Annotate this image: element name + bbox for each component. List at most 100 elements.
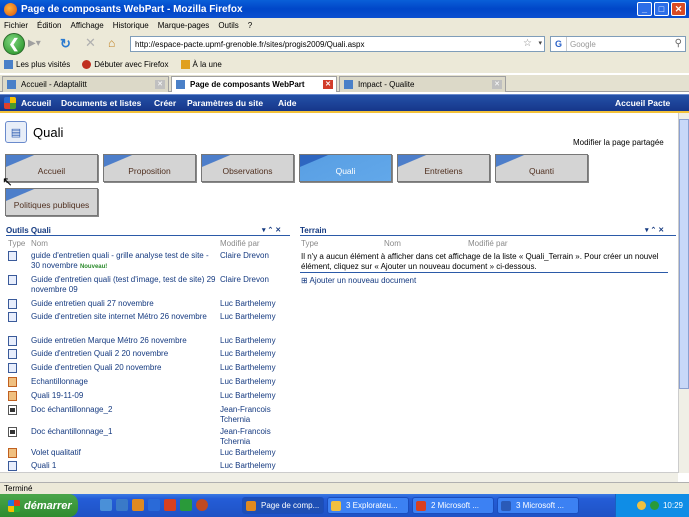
quicklaunch-explorer-icon[interactable] xyxy=(100,499,112,511)
tile-quanti[interactable]: Quanti xyxy=(495,154,588,182)
url-bar[interactable]: http://espace-pacte.upmf-grenoble.fr/sit… xyxy=(130,36,545,52)
bookmark-getting-started[interactable]: Débuter avec Firefox xyxy=(82,60,169,69)
word-file-icon[interactable] xyxy=(8,336,17,346)
image-file-icon[interactable] xyxy=(8,405,17,415)
modified-by-link[interactable]: Luc Barthelemy xyxy=(220,336,290,346)
google-icon[interactable]: G xyxy=(551,37,567,51)
powerpoint-file-icon[interactable] xyxy=(8,391,17,401)
forward-button[interactable]: ▶▾ xyxy=(28,38,44,50)
modified-by-link[interactable]: Luc Barthelemy xyxy=(220,377,290,387)
webpart-controls-icon[interactable]: ▾ ⌃ ✕ xyxy=(262,226,281,234)
document-name-link[interactable]: Doc échantillonnage_2 xyxy=(31,405,219,415)
menu-edition[interactable]: Édition xyxy=(37,21,61,30)
nav-parametres[interactable]: Paramètres du site xyxy=(187,98,263,108)
back-button[interactable]: ❮ xyxy=(3,33,25,55)
word-file-icon[interactable] xyxy=(8,363,17,373)
url-dropdown-icon[interactable]: ▾ xyxy=(538,39,542,47)
tab-impact[interactable]: Impact - Qualite ✕ xyxy=(339,76,506,92)
modified-by-link[interactable]: Luc Barthelemy xyxy=(220,448,290,458)
bookmark-star-icon[interactable]: ☆ xyxy=(523,38,532,49)
tile-politiques-publiques[interactable]: Politiques publiques xyxy=(5,188,98,216)
modified-by-link[interactable]: Luc Barthelemy xyxy=(220,312,290,322)
word-file-icon[interactable] xyxy=(8,349,17,359)
powerpoint-file-icon[interactable] xyxy=(8,377,17,387)
menu-help[interactable]: ? xyxy=(248,21,252,30)
word-file-icon[interactable] xyxy=(8,275,17,285)
quicklaunch-media-icon[interactable] xyxy=(116,499,128,511)
document-name-link[interactable]: Guide d'entretien Quali 2 20 novembre xyxy=(31,349,219,359)
task-powerpoint[interactable]: 2 Microsoft ... xyxy=(412,497,494,514)
maximize-button[interactable]: □ xyxy=(654,2,669,16)
minimize-button[interactable]: _ xyxy=(637,2,652,16)
image-file-icon[interactable] xyxy=(8,427,17,437)
task-firefox[interactable]: Page de comp... xyxy=(242,497,324,514)
tile-entretiens[interactable]: Entretiens xyxy=(397,154,490,182)
nav-accueil[interactable]: Accueil xyxy=(21,98,51,108)
document-name-link[interactable]: Doc échantillonnage_1 xyxy=(31,427,219,437)
modified-by-link[interactable]: Jean-Francois Tchernia xyxy=(220,405,290,425)
task-explorer[interactable]: 3 Explorateu... xyxy=(327,497,409,514)
word-file-icon[interactable] xyxy=(8,251,17,261)
column-modifie-par[interactable]: Modifié par xyxy=(220,239,260,248)
search-icon[interactable]: ⚲ xyxy=(675,38,682,49)
document-name-link[interactable]: Guide d'entretien quali (test d'image, t… xyxy=(31,275,219,295)
menu-outils[interactable]: Outils xyxy=(218,21,238,30)
modified-by-link[interactable]: Luc Barthelemy xyxy=(220,391,290,401)
document-name-link[interactable]: Quali 19-11-09 xyxy=(31,391,219,401)
search-bar[interactable]: G Google ⚲ xyxy=(550,36,686,52)
webpart-controls-icon[interactable]: ▾ ⌃ ✕ xyxy=(645,226,664,234)
tile-observations[interactable]: Observations xyxy=(201,154,294,182)
tray-icon[interactable] xyxy=(636,501,646,510)
word-file-icon[interactable] xyxy=(8,461,17,471)
document-name-link[interactable]: Quali 1 xyxy=(31,461,219,471)
vertical-scrollbar[interactable] xyxy=(678,113,689,473)
close-button[interactable]: ✕ xyxy=(671,2,686,16)
modified-by-link[interactable]: Claire Drevon xyxy=(220,275,290,285)
nav-aide[interactable]: Aide xyxy=(278,98,296,108)
modified-by-link[interactable]: Claire Drevon xyxy=(220,251,290,261)
column-type[interactable]: Type xyxy=(8,239,25,248)
quicklaunch-app-icon[interactable] xyxy=(196,499,208,511)
tile-accueil[interactable]: Accueil xyxy=(5,154,98,182)
quicklaunch-ie-icon[interactable] xyxy=(148,499,160,511)
horizontal-scrollbar[interactable] xyxy=(0,472,678,482)
tab-close-icon[interactable]: ✕ xyxy=(323,80,333,89)
task-word[interactable]: 3 Microsoft ... xyxy=(497,497,579,514)
modify-page-link[interactable]: Modifier la page partagée xyxy=(573,138,664,147)
quicklaunch-outlook-icon[interactable] xyxy=(164,499,176,511)
document-name-link[interactable]: Guide entretien quali 27 novembre xyxy=(31,299,219,309)
tab-webpart[interactable]: Page de composants WebPart ✕ xyxy=(171,76,337,92)
column-type[interactable]: Type xyxy=(301,239,318,248)
document-name-link[interactable]: Guide d'entretien Quali 20 novembre xyxy=(31,363,219,373)
start-button[interactable]: démarrer xyxy=(0,494,78,517)
modified-by-link[interactable]: Luc Barthelemy xyxy=(220,363,290,373)
menu-marque-pages[interactable]: Marque-pages xyxy=(158,21,210,30)
modified-by-link[interactable]: Luc Barthelemy xyxy=(220,299,290,309)
scrollbar-thumb[interactable] xyxy=(679,119,689,389)
home-button[interactable]: ⌂ xyxy=(108,36,115,50)
tab-close-icon[interactable]: ✕ xyxy=(155,80,165,89)
column-nom[interactable]: Nom xyxy=(384,239,401,248)
document-name-link[interactable]: Guide d'entretien site internet Métro 26… xyxy=(31,312,219,322)
tile-quali[interactable]: Quali xyxy=(299,154,392,182)
menu-fichier[interactable]: Fichier xyxy=(4,21,28,30)
column-modifie-par[interactable]: Modifié par xyxy=(468,239,508,248)
tray-icon[interactable] xyxy=(649,501,659,510)
word-file-icon[interactable] xyxy=(8,312,17,322)
tab-close-icon[interactable]: ✕ xyxy=(492,80,502,89)
menu-historique[interactable]: Historique xyxy=(113,21,149,30)
bookmark-most-visited[interactable]: Les plus visités xyxy=(4,60,70,69)
modified-by-link[interactable]: Luc Barthelemy xyxy=(220,349,290,359)
tile-proposition[interactable]: Proposition xyxy=(103,154,196,182)
quicklaunch-excel-icon[interactable] xyxy=(180,499,192,511)
document-name-link[interactable]: Guide entretien Marque Métro 26 novembre xyxy=(31,336,219,346)
bookmark-news[interactable]: À la une xyxy=(180,60,222,69)
powerpoint-file-icon[interactable] xyxy=(8,448,17,458)
stop-button[interactable]: ✕ xyxy=(85,35,96,51)
reload-button[interactable]: ↻ xyxy=(60,36,71,52)
menu-affichage[interactable]: Affichage xyxy=(70,21,103,30)
nav-accueil-pacte[interactable]: Accueil Pacte xyxy=(615,98,670,108)
nav-creer[interactable]: Créer xyxy=(154,98,176,108)
document-name-link[interactable]: Volet qualitatif xyxy=(31,448,219,458)
nav-documents-listes[interactable]: Documents et listes xyxy=(61,98,141,108)
